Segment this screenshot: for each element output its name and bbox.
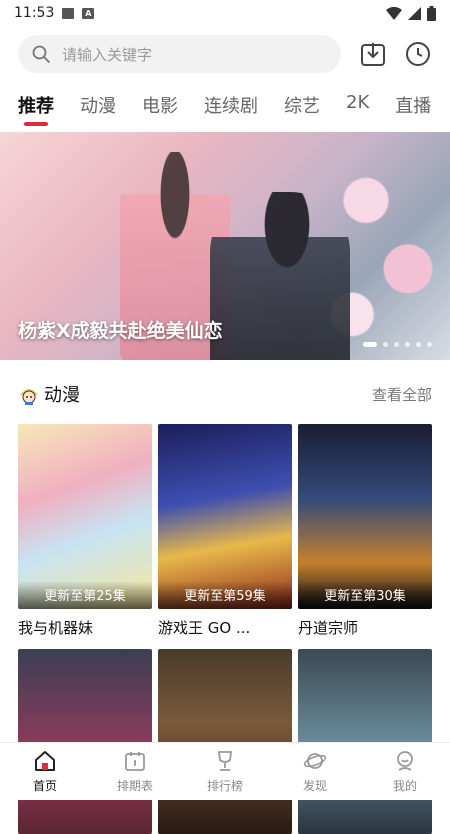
- download-icon: [360, 43, 385, 66]
- home-icon: [35, 751, 55, 771]
- image-notification-icon: [62, 7, 75, 19]
- banner-dot[interactable]: [383, 342, 388, 347]
- video-title[interactable]: 游戏王 GO ...: [158, 617, 292, 639]
- video-thumbnail[interactable]: 更新至第59集: [158, 424, 292, 609]
- status-time: 11:53: [14, 5, 55, 21]
- download-button[interactable]: [359, 40, 387, 68]
- banner-figure-right: [210, 192, 350, 360]
- signal-icon: [408, 6, 421, 20]
- section-title: 动漫: [44, 385, 80, 406]
- episode-badge: 更新至第25集: [18, 581, 152, 609]
- banner-pagination: [363, 342, 432, 347]
- category-tabs: 推荐 动漫 电影 连续剧 综艺 2K 直播: [0, 86, 450, 130]
- nav-home-label: 首页: [32, 779, 57, 793]
- tab-live[interactable]: 直播: [395, 86, 431, 118]
- banner-dot[interactable]: [427, 342, 432, 347]
- nav-schedule-label: 排期表: [116, 779, 153, 793]
- history-button[interactable]: [404, 40, 432, 68]
- search-row: 请输入关键字: [18, 34, 432, 74]
- nav-profile-label: 我的: [392, 779, 417, 793]
- video-card[interactable]: 更新至第30集 丹道宗师: [298, 424, 432, 639]
- clock-icon: [406, 42, 431, 66]
- video-title[interactable]: 我与机器妹: [18, 617, 152, 639]
- battery-icon: [427, 5, 436, 21]
- calendar-icon: [125, 752, 145, 771]
- video-card[interactable]: 更新至第25集 我与机器妹: [18, 424, 152, 639]
- profile-icon: [397, 751, 413, 771]
- status-bar: 11:53 A: [0, 0, 450, 26]
- banner-dot[interactable]: [394, 342, 399, 347]
- nav-home[interactable]: 首页: [0, 743, 90, 800]
- search-placeholder: 请输入关键字: [62, 45, 153, 64]
- hero-banner[interactable]: 杨紫X成毅共赴绝美仙恋: [0, 132, 450, 360]
- search-input[interactable]: 请输入关键字: [18, 35, 341, 73]
- nav-ranking[interactable]: 排行榜: [180, 743, 270, 800]
- nav-ranking-label: 排行榜: [206, 779, 243, 793]
- banner-dot[interactable]: [405, 342, 410, 347]
- video-thumbnail[interactable]: 更新至第25集: [18, 424, 152, 609]
- search-icon: [32, 45, 50, 63]
- episode-badge: 更新至第30集: [298, 581, 432, 609]
- anime-mascot-icon: [20, 389, 38, 405]
- video-thumbnail[interactable]: 更新至第30集: [298, 424, 432, 609]
- app-notification-icon: A: [82, 7, 95, 19]
- tab-recommend[interactable]: 推荐: [18, 86, 54, 126]
- view-all-link[interactable]: 查看全部: [372, 384, 432, 405]
- tab-variety[interactable]: 综艺: [284, 86, 320, 118]
- banner-dot[interactable]: [363, 342, 377, 347]
- nav-discover[interactable]: 发现: [270, 743, 360, 800]
- nav-profile[interactable]: 我的: [360, 743, 450, 800]
- trophy-icon: [217, 751, 233, 771]
- wifi-icon: [386, 6, 402, 20]
- tab-anime[interactable]: 动漫: [80, 86, 116, 118]
- banner-caption: 杨紫X成毅共赴绝美仙恋: [18, 320, 223, 342]
- tab-movie[interactable]: 电影: [142, 86, 178, 118]
- bottom-nav: 首页 排期表 排行榜 发现 我的: [0, 742, 450, 800]
- video-card[interactable]: 更新至第59集 游戏王 GO ...: [158, 424, 292, 639]
- episode-badge: 更新至第59集: [158, 581, 292, 609]
- tab-series[interactable]: 连续剧: [204, 86, 258, 118]
- banner-dot[interactable]: [416, 342, 421, 347]
- anime-section-header: 动漫 查看全部: [18, 380, 432, 408]
- nav-schedule[interactable]: 排期表: [90, 743, 180, 800]
- tab-2k[interactable]: 2K: [346, 86, 369, 113]
- nav-discover-label: 发现: [302, 779, 327, 793]
- planet-icon: [303, 753, 327, 769]
- video-title[interactable]: 丹道宗师: [298, 617, 432, 639]
